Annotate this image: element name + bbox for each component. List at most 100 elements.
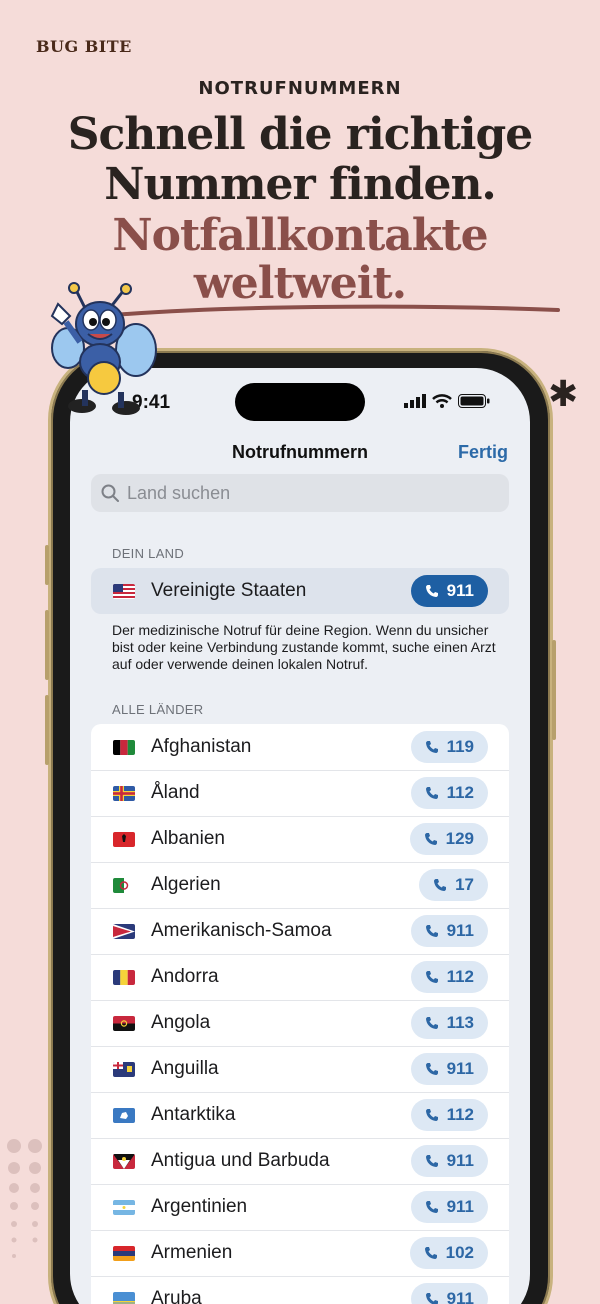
country-name: Armenien — [151, 1242, 233, 1263]
call-button[interactable]: 113 — [410, 1007, 488, 1039]
flag-icon — [113, 969, 135, 985]
country-name: Amerikanisch-Samoa — [151, 920, 332, 941]
country-name: Algerien — [151, 874, 221, 895]
search-input[interactable] — [127, 482, 487, 504]
phone-icon — [425, 741, 438, 753]
country-list: Afghanistan 119 Åland 112 Albanien 129 Algerie… — [91, 724, 509, 1304]
phone-icon — [425, 1201, 438, 1213]
country-row[interactable]: Antigua und Barbuda 911 — [91, 1138, 509, 1184]
country-name: Anguilla — [151, 1058, 219, 1079]
phone-icon — [425, 1017, 438, 1029]
phone-icon — [425, 1155, 438, 1167]
underline-swoosh — [100, 304, 560, 318]
flag-icon — [113, 1061, 135, 1077]
headline-line-1: Schnell die richtige — [67, 109, 534, 160]
call-button[interactable]: 112 — [410, 961, 488, 993]
asterisk-decoration: ✱ — [548, 374, 579, 415]
call-button[interactable]: 911 — [410, 1283, 488, 1304]
emergency-number: 911 — [446, 1059, 474, 1078]
brand-logo: BUG BITE — [36, 37, 132, 56]
country-row[interactable]: Algerien 17 — [91, 862, 509, 908]
country-name: Angola — [151, 1012, 211, 1033]
section-header-all-countries: ALLE LÄNDER — [112, 702, 204, 717]
country-name: Argentinien — [151, 1196, 248, 1217]
flag-icon — [113, 1245, 135, 1261]
call-button[interactable]: 112 — [410, 777, 488, 809]
country-row[interactable]: Anguilla 911 — [91, 1046, 509, 1092]
mute-switch — [45, 545, 49, 585]
call-button[interactable]: 911 — [410, 1191, 488, 1223]
flag-icon — [113, 739, 135, 755]
flag-icon — [113, 831, 135, 847]
eyebrow-label: NOTRUFNUMMERN — [198, 78, 402, 99]
flag-icon — [113, 923, 135, 939]
power-button — [552, 640, 556, 740]
navigation-bar: Notrufnummern Fertig — [70, 438, 530, 468]
emergency-number: 113 — [446, 1013, 474, 1032]
country-row[interactable]: Armenien 102 — [91, 1230, 509, 1276]
country-name: Aruba — [151, 1288, 202, 1304]
my-country-note: Der medizinische Notruf für deine Region… — [112, 622, 496, 672]
phone-icon — [424, 1247, 437, 1259]
call-button[interactable]: 119 — [410, 731, 488, 763]
my-country-name: Vereinigte Staaten — [151, 580, 307, 601]
phone-icon — [424, 833, 437, 845]
call-button[interactable]: 102 — [409, 1237, 488, 1269]
emergency-number: 911 — [446, 1289, 474, 1304]
phone-icon — [425, 585, 438, 597]
country-name: Albanien — [151, 828, 225, 849]
flag-icon — [113, 1015, 135, 1031]
phone-screen: 9:41 Notrufnummern Fertig DEIN LAND Vere… — [70, 368, 530, 1304]
call-button[interactable]: 911 — [410, 1145, 488, 1177]
emergency-number: 911 — [446, 1151, 474, 1170]
bee-mascot — [50, 282, 157, 415]
country-row[interactable]: Antarktika 112 — [91, 1092, 509, 1138]
country-row[interactable]: Andorra 112 — [91, 954, 509, 1000]
headline: Schnell die richtige Nummer finden. — [0, 110, 600, 210]
my-country-call-button[interactable]: 911 — [410, 575, 488, 607]
phone-icon — [425, 925, 438, 937]
phone-icon — [434, 879, 447, 891]
country-row[interactable]: Albanien 129 — [91, 816, 509, 862]
country-row[interactable]: Aruba 911 — [91, 1276, 509, 1304]
call-button[interactable]: 112 — [410, 1099, 488, 1131]
emergency-number: 17 — [455, 875, 474, 894]
emergency-number: 102 — [445, 1243, 474, 1262]
volume-down-button — [45, 695, 49, 765]
battery-icon — [458, 394, 490, 408]
volume-up-button — [45, 610, 49, 680]
emergency-number: 112 — [446, 967, 474, 986]
call-button[interactable]: 129 — [409, 823, 488, 855]
flag-icon — [113, 1199, 135, 1215]
country-name: Åland — [151, 782, 200, 803]
emergency-number: 911 — [446, 921, 474, 940]
country-name: Antarktika — [151, 1104, 236, 1125]
my-country-row[interactable]: Vereinigte Staaten 911 — [91, 568, 509, 614]
phone-icon — [425, 971, 438, 983]
call-button[interactable]: 911 — [410, 915, 488, 947]
country-row[interactable]: Argentinien 911 — [91, 1184, 509, 1230]
emergency-number: 112 — [446, 1105, 474, 1124]
flag-us-icon — [113, 583, 135, 599]
flag-icon — [113, 877, 135, 893]
wifi-icon — [432, 394, 452, 408]
call-button[interactable]: 17 — [419, 869, 488, 901]
emergency-number: 911 — [446, 1197, 474, 1216]
flag-icon — [113, 785, 135, 801]
emergency-number: 129 — [445, 829, 474, 848]
dynamic-island — [235, 383, 365, 421]
subheadline-line-1: Notfallkontakte — [112, 210, 488, 261]
country-row[interactable]: Afghanistan 119 — [91, 724, 509, 770]
call-button[interactable]: 911 — [410, 1053, 488, 1085]
phone-icon — [425, 1063, 438, 1075]
country-row[interactable]: Angola 113 — [91, 1000, 509, 1046]
emergency-number: 119 — [446, 737, 474, 756]
country-row[interactable]: Amerikanisch-Samoa 911 — [91, 908, 509, 954]
search-icon — [101, 484, 119, 502]
section-header-my-country: DEIN LAND — [112, 546, 185, 561]
emergency-number: 112 — [446, 783, 474, 802]
done-button[interactable]: Fertig — [458, 442, 508, 463]
country-row[interactable]: Åland 112 — [91, 770, 509, 816]
country-name: Antigua und Barbuda — [151, 1150, 330, 1171]
search-field[interactable] — [91, 474, 509, 512]
